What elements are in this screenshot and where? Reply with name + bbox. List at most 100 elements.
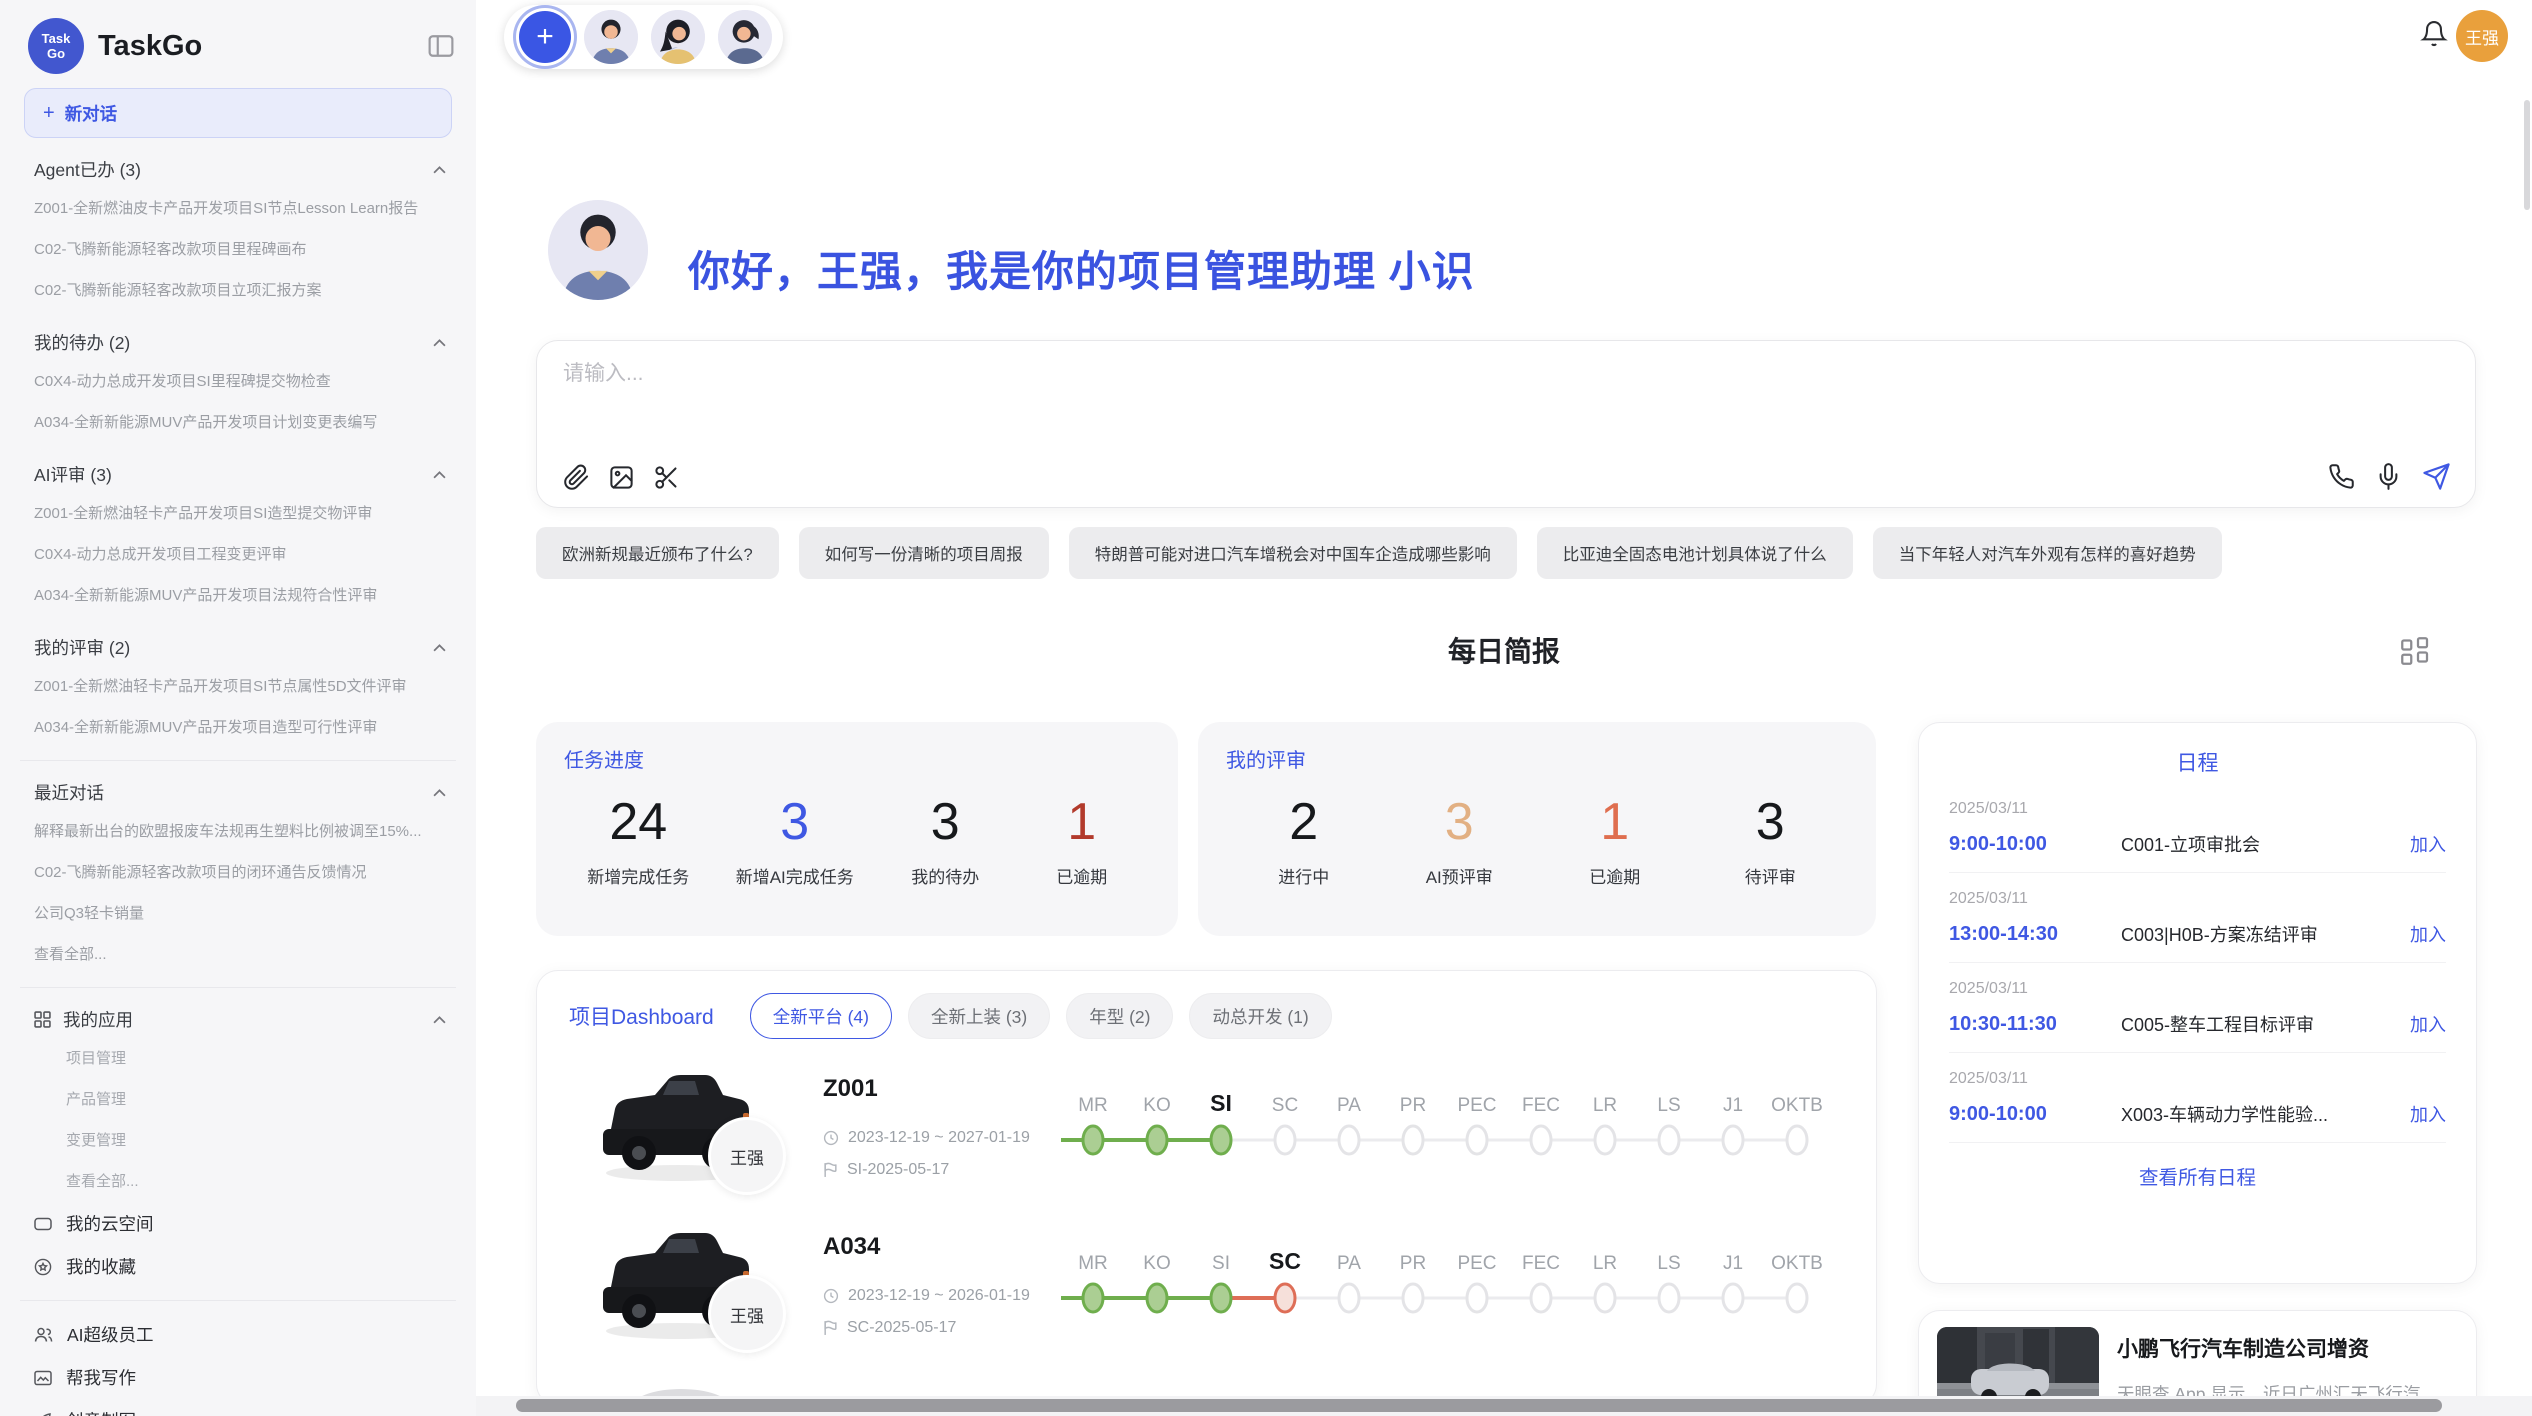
- message-input[interactable]: [561, 355, 2445, 445]
- dashboard-title: 项目Dashboard: [569, 1001, 714, 1031]
- sidebar-item[interactable]: C0X4-动力总成开发项目SI里程碑提交物检查: [34, 361, 448, 402]
- agent-avatar-male[interactable]: [584, 10, 638, 64]
- project-name[interactable]: Z001: [823, 1075, 878, 1103]
- schedule-name: C005-整车工程目标评审: [2121, 1011, 2410, 1037]
- join-link[interactable]: 加入: [2410, 1011, 2446, 1037]
- suggestion-chip[interactable]: 如何写一份清晰的项目周报: [799, 527, 1049, 579]
- notification-bell-icon[interactable]: [2420, 18, 2448, 48]
- logo-text-top: Task: [42, 31, 71, 46]
- section-header-recent-chats[interactable]: 最近对话: [34, 775, 446, 809]
- svg-text:LS: LS: [1657, 1253, 1680, 1274]
- add-agent-button[interactable]: +: [519, 11, 571, 63]
- dashboard-tab[interactable]: 动总开发 (1): [1189, 993, 1331, 1039]
- suggestion-chips: 欧洲新规最近颁布了什么? 如何写一份清晰的项目周报特朗普可能对进口汽车增税会对中国…: [536, 527, 2486, 579]
- assistant-avatar: [548, 200, 648, 300]
- sidebar-item[interactable]: C0X4-动力总成开发项目工程变更评审: [34, 534, 448, 575]
- schedule-title: 日程: [1949, 747, 2446, 777]
- sidebar-item-help-me-write[interactable]: 帮我写作: [34, 1356, 448, 1399]
- project-owner-badge: 王强: [708, 1117, 786, 1195]
- briefing-layout-icon[interactable]: [2400, 636, 2430, 666]
- sidebar-item-cloud-space[interactable]: 我的云空间: [34, 1202, 448, 1245]
- app-logo: Task Go: [28, 18, 84, 74]
- sidebar-item[interactable]: C02-飞腾新能源轻客改款项目里程碑画布: [34, 229, 448, 270]
- sidebar-header: Task Go TaskGo: [0, 0, 476, 76]
- sidebar-item[interactable]: Z001-全新燃油轻卡产品开发项目SI节点属性5D文件评审: [34, 666, 448, 707]
- sidebar-item-creative-drawing[interactable]: 创意制图: [34, 1399, 448, 1416]
- user-avatar[interactable]: 王强: [2456, 10, 2508, 62]
- app-item[interactable]: 产品管理: [66, 1079, 448, 1120]
- stat-label: 新增AI完成任务: [736, 863, 854, 888]
- join-link[interactable]: 加入: [2410, 921, 2446, 947]
- milestone-track: MRKOSISCPAPRPECFECLRLSJ1OKTB: [1053, 1241, 1853, 1321]
- svg-text:OKTB: OKTB: [1771, 1253, 1823, 1274]
- cloud-space-icon: [34, 1216, 52, 1232]
- chevron-up-icon: [433, 338, 446, 347]
- dashboard-tabs: 全新平台 (4) 全新上装 (3) 年型 (2) 动总开发 (1): [750, 993, 1332, 1039]
- section-header-my-review[interactable]: 我的评审 (2): [34, 630, 446, 664]
- schedule-name: C001-立项审批会: [2121, 831, 2410, 857]
- new-chat-button[interactable]: + 新对话: [24, 88, 452, 138]
- section-header-agent-done[interactable]: Agent已办 (3): [34, 152, 446, 186]
- sidebar-item-favorites[interactable]: 我的收藏: [34, 1245, 448, 1288]
- send-icon[interactable]: [2422, 462, 2451, 491]
- horizontal-scrollbar-thumb[interactable]: [516, 1399, 2442, 1412]
- sidebar-item[interactable]: A034-全新新能源MUV产品开发项目造型可行性评审: [34, 707, 448, 748]
- composer-right-icons: [2328, 462, 2451, 491]
- dashboard-tab[interactable]: 年型 (2): [1066, 993, 1173, 1039]
- flag-icon: [823, 1162, 838, 1178]
- project-dates: 2023-12-19 ~ 2026-01-19: [823, 1287, 1030, 1305]
- project-name[interactable]: A034: [823, 1233, 880, 1261]
- phone-call-icon[interactable]: [2328, 463, 2355, 490]
- stat-value: 2: [1259, 791, 1349, 853]
- star-circle-icon: [34, 1258, 52, 1276]
- image-icon[interactable]: [608, 464, 635, 491]
- sidebar-item[interactable]: C02-飞腾新能源轻客改款项目立项汇报方案: [34, 270, 448, 311]
- recent-chat-item[interactable]: 查看全部...: [34, 934, 448, 975]
- join-link[interactable]: 加入: [2410, 1101, 2446, 1127]
- flag-icon: [823, 1320, 838, 1336]
- assistant-greeting: 你好，王强，我是你的项目管理助理 小识: [688, 238, 1475, 299]
- stat-item: 2 进行中: [1259, 791, 1349, 888]
- suggestion-chip[interactable]: 比亚迪全固态电池计划具体说了什么: [1537, 527, 1853, 579]
- agent-avatar-female-1[interactable]: [651, 10, 705, 64]
- sidebar-item[interactable]: Z001-全新燃油皮卡产品开发项目SI节点Lesson Learn报告: [34, 188, 448, 229]
- app-item[interactable]: 项目管理: [66, 1038, 448, 1079]
- svg-text:PEC: PEC: [1457, 1095, 1496, 1116]
- schedule-entry: 2025/03/11 10:30-11:30 C005-整车工程目标评审 加入: [1949, 963, 2446, 1053]
- app-item[interactable]: 变更管理: [66, 1120, 448, 1161]
- section-header-my-apps[interactable]: 我的应用: [34, 1002, 446, 1036]
- dashboard-tab[interactable]: 全新上装 (3): [908, 993, 1050, 1039]
- schedule-time: 13:00-14:30: [1949, 923, 2121, 946]
- microphone-icon[interactable]: [2375, 463, 2402, 490]
- agent-done-list: Z001-全新燃油皮卡产品开发项目SI节点Lesson Learn报告C02-飞…: [0, 188, 476, 311]
- sidebar-item[interactable]: Z001-全新燃油轻卡产品开发项目SI造型提交物评审: [34, 493, 448, 534]
- attachment-icon[interactable]: [563, 464, 590, 491]
- apps-grid-icon: [34, 1011, 51, 1028]
- sidebar-item[interactable]: A034-全新新能源MUV产品开发项目法规符合性评审: [34, 575, 448, 616]
- scissors-icon[interactable]: [653, 464, 680, 491]
- dashboard-tab[interactable]: 全新平台 (4): [750, 993, 892, 1039]
- app-item[interactable]: 查看全部...: [66, 1161, 448, 1202]
- suggestion-chip[interactable]: 欧洲新规最近颁布了什么?: [536, 527, 779, 579]
- agent-avatar-female-2[interactable]: [718, 10, 772, 64]
- view-all-schedules-link[interactable]: 查看所有日程: [1949, 1143, 2446, 1208]
- sidebar-item-ai-super-staff[interactable]: AI超级员工: [34, 1313, 448, 1356]
- stat-item: 3 AI预评审: [1414, 791, 1504, 888]
- clock-icon: [823, 1130, 839, 1146]
- section-header-my-todo[interactable]: 我的待办 (2): [34, 325, 446, 359]
- section-header-ai-review[interactable]: AI评审 (3): [34, 457, 446, 491]
- join-link[interactable]: 加入: [2410, 831, 2446, 857]
- recent-chat-item[interactable]: C02-飞腾新能源轻客改款项目的闭环通告反馈情况: [34, 852, 448, 893]
- suggestion-chip[interactable]: 特朗普可能对进口汽车增税会对中国车企造成哪些影响: [1069, 527, 1517, 579]
- sidebar-collapse-icon[interactable]: [428, 34, 454, 58]
- vertical-scrollbar-thumb[interactable]: [2524, 100, 2530, 210]
- image-doc-icon: [34, 1370, 52, 1386]
- recent-chat-item[interactable]: 公司Q3轻卡销量: [34, 893, 448, 934]
- composer-left-icons: [563, 464, 680, 491]
- my-todo-list: C0X4-动力总成开发项目SI里程碑提交物检查A034-全新新能源MUV产品开发…: [0, 361, 476, 443]
- stat-item: 3 待评审: [1725, 791, 1815, 888]
- recent-chat-item[interactable]: 解释最新出台的欧盟报废车法规再生塑料比例被调至15%...: [34, 811, 448, 852]
- my-apps-list: 项目管理产品管理变更管理查看全部...: [0, 1038, 476, 1202]
- suggestion-chip[interactable]: 当下年轻人对汽车外观有怎样的喜好趋势: [1873, 527, 2222, 579]
- sidebar-item[interactable]: A034-全新新能源MUV产品开发项目计划变更表编写: [34, 402, 448, 443]
